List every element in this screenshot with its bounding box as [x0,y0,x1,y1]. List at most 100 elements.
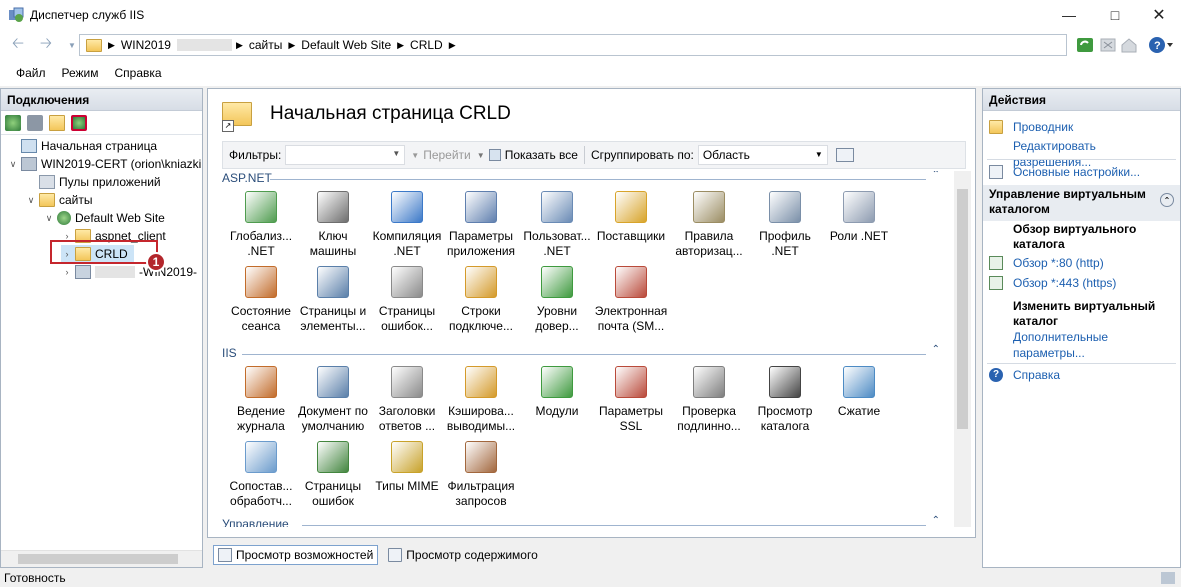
iis-feature-5[interactable]: Параметры SSL [592,366,670,434]
feature-label: обработч... [230,494,292,508]
back-button[interactable]: 🡠 [6,34,30,56]
aspnet-feature-10[interactable]: Страницы и элементы... [294,266,372,334]
page-header: ↗ Начальная страница CRLD [208,89,975,139]
chevron-down-icon[interactable]: ∨ [7,159,19,170]
save-icon[interactable] [27,114,43,131]
aspnet-feature-2[interactable]: Компиляция .NET [368,191,446,259]
breadcrumb-sites[interactable]: сайты [243,38,289,52]
aspnet-feature-5[interactable]: Поставщики [592,191,670,244]
aspnet-feature-8[interactable]: Роли .NET [820,191,898,244]
chevron-down-icon[interactable]: ∨ [43,213,55,224]
action-basic-settings[interactable]: Основные настройки... [989,164,1177,180]
stop-icon[interactable] [1099,36,1117,54]
iis-feature-3[interactable]: Кэширова... выводимы... [442,366,520,434]
feature-label: запросов [455,494,507,508]
section-iis[interactable]: IIS ⌃ [222,344,946,362]
address-bar[interactable]: ▶ WIN2019 ▶ сайты ▶ Default Web Site ▶ C… [79,34,1067,56]
aspnet-feature-1[interactable]: Ключ машины [294,191,372,259]
group-by-select[interactable]: Область ▼ [697,145,828,165]
go-button[interactable]: ▼ Перейти [411,148,470,162]
vertical-scrollbar[interactable] [954,171,971,527]
menu-help[interactable]: Справка [107,66,170,80]
tree-server[interactable]: ∨ WIN2019-CERT (orion\kniazki [7,155,201,173]
connect-globe-icon[interactable] [5,114,21,131]
minimize-button[interactable]: — [1046,0,1092,30]
menu-file[interactable]: Файл [8,66,54,80]
feature-label: Ключ [318,229,348,243]
tree-sites[interactable]: ∨ сайты [25,191,93,209]
iis-feature-6[interactable]: Проверка подлинно... [670,366,748,434]
iis-feature-4[interactable]: Модули [518,366,596,419]
aspnet-feature-icon [317,191,349,223]
feature-label: журнала [237,419,285,433]
iis-feature-7[interactable]: Просмотр каталога [746,366,824,434]
actions-panel: Действия Проводник Редактировать разреше… [982,88,1181,568]
disconnect-icon[interactable] [71,114,87,131]
breadcrumb-crld[interactable]: CRLD [404,38,449,52]
feature-label: элементы... [300,319,366,333]
aspnet-feature-13[interactable]: Уровни довер... [518,266,596,334]
iis-feature-1[interactable]: Документ по умолчанию [294,366,372,434]
feature-label: Документ по [298,404,368,418]
action-browse-443[interactable]: Обзор *:443 (https) [989,275,1177,291]
aspnet-feature-9[interactable]: Состояние сеанса [222,266,300,334]
tree-start-page[interactable]: Начальная страница [7,137,157,155]
aspnet-feature-11[interactable]: Страницы ошибок... [368,266,446,334]
content-view-tab[interactable]: Просмотр содержимого [384,545,541,565]
feature-label: Пользоват... [523,229,591,243]
chevron-right-icon: ▶ [235,39,243,50]
menu-view[interactable]: Режим [54,66,107,80]
show-all-button[interactable]: ▼ Показать все [477,148,578,162]
aspnet-feature-12[interactable]: Строки подключе... [442,266,520,334]
aspnet-feature-4[interactable]: Пользоват... .NET [518,191,596,259]
content-view-icon [388,548,403,562]
action-explore[interactable]: Проводник [989,119,1177,135]
actions-title: Действия [983,89,1180,111]
chevron-right-icon[interactable]: › [61,267,73,277]
chevron-down-icon[interactable]: ∨ [25,195,37,206]
help-dropdown-icon[interactable]: ? [1148,36,1174,54]
maximize-button[interactable]: □ [1092,0,1138,30]
iis-feature-10[interactable]: Страницы ошибок [294,441,372,509]
feature-label: Страницы [378,304,436,318]
aspnet-feature-3[interactable]: Параметры приложения [442,191,520,259]
tree-app-pools[interactable]: Пулы приложений [25,173,161,191]
tree-default-site[interactable]: ∨ Default Web Site [43,209,165,227]
collapse-icon: ⌃ [931,515,940,526]
iis-feature-8[interactable]: Сжатие [820,366,898,419]
help-icon: ? [989,368,1003,382]
collapse-icon[interactable]: ⌃ [1160,193,1174,207]
divider [583,146,585,164]
iis-feature-2[interactable]: Заголовки ответов ... [368,366,446,434]
iis-feature-11[interactable]: Типы MIME [368,441,446,494]
section-manage-vdir[interactable]: Управление виртуальным каталогом ⌃ [983,185,1180,221]
chevron-down-icon[interactable]: ▼ [392,149,400,158]
action-browse-80[interactable]: Обзор *:80 (http) [989,255,1177,271]
view-mode-icon[interactable] [835,148,854,162]
aspnet-feature-0[interactable]: Глобализ... .NET [222,191,300,259]
iis-feature-9[interactable]: Сопостав... обработч... [222,441,300,509]
iis-feature-0[interactable]: Ведение журнала [222,366,300,434]
home-icon[interactable] [1120,36,1138,54]
section-aspnet[interactable]: ASP.NET ⌃ [222,171,946,187]
up-folder-icon[interactable] [49,114,65,131]
iis-feature-12[interactable]: Фильтрация запросов [442,441,520,509]
feature-label: Заголовки [378,404,436,418]
close-button[interactable]: ✕ [1136,0,1181,30]
action-advanced-settings[interactable]: Дополнительные параметры... [1013,329,1173,361]
aspnet-feature-14[interactable]: Электронная почта (SM... [592,266,670,334]
section-management[interactable]: Управление ⌃ [222,515,946,527]
action-help[interactable]: ? Справка [989,367,1177,383]
breadcrumb-default-site[interactable]: Default Web Site [295,38,397,52]
features-view-tab[interactable]: Просмотр возможностей [213,545,379,565]
aspnet-feature-7[interactable]: Профиль .NET [746,191,824,259]
refresh-icon[interactable] [1076,36,1094,54]
feature-label: Сопостав... [229,479,293,493]
aspnet-feature-6[interactable]: Правила авторизац... [670,191,748,259]
filter-input[interactable]: ▼ [285,145,406,165]
horizontal-scrollbar[interactable] [1,550,202,567]
breadcrumb-server[interactable]: WIN2019 [115,38,236,52]
tree-other-site[interactable]: › -WIN2019- [61,263,197,281]
connections-title: Подключения [1,89,202,111]
forward-button[interactable]: 🡢 [34,34,58,56]
